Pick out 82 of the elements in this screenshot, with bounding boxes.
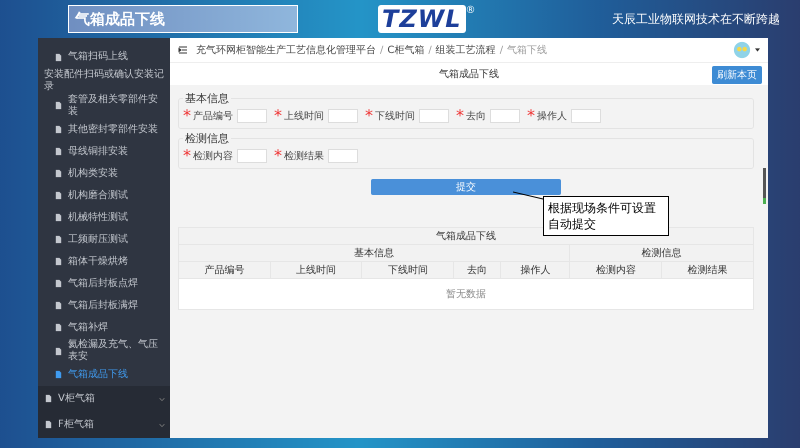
- sidebar-item[interactable]: V柜气箱: [38, 386, 170, 412]
- document-icon: [54, 101, 63, 110]
- sidebar-item[interactable]: 套管及相关零部件安装: [38, 93, 170, 119]
- sidebar-item[interactable]: 氦检漏及充气、气压表安: [38, 338, 170, 364]
- field-label: 操作人: [537, 110, 567, 122]
- breadcrumb-link[interactable]: 组装工艺流程: [436, 43, 496, 57]
- column-header: 下线时间: [362, 262, 454, 278]
- document-icon: [54, 52, 63, 62]
- document-icon: [54, 169, 63, 178]
- column-header: 产品编号: [178, 262, 270, 278]
- empty-message: 暂无数据: [178, 278, 754, 310]
- document-icon: [54, 125, 63, 134]
- required-asterisk: *: [456, 106, 464, 125]
- column-header: 操作人: [500, 262, 570, 278]
- required-asterisk: *: [274, 106, 282, 125]
- sidebar-item[interactable]: 气箱扫码上线: [38, 46, 170, 68]
- document-icon: [54, 235, 63, 244]
- document-icon: [54, 257, 63, 266]
- required-asterisk: *: [183, 146, 191, 165]
- field-label: 检测结果: [284, 150, 324, 162]
- sidebar-item[interactable]: 安装配件扫码或确认安装记录: [38, 68, 170, 94]
- sidebar-item[interactable]: 机械特性测试: [38, 206, 170, 229]
- document-icon: [54, 301, 63, 310]
- column-header: 去向: [454, 262, 501, 278]
- input-field[interactable]: [237, 108, 267, 122]
- column-header: 上线时间: [270, 262, 362, 278]
- breadcrumb-link[interactable]: C柜气箱: [387, 43, 424, 57]
- document-icon: [54, 213, 63, 222]
- sidebar-item[interactable]: 工频耐压测试: [38, 228, 170, 251]
- required-asterisk: *: [365, 106, 373, 125]
- column-group-header: 基本信息: [178, 244, 570, 262]
- breadcrumb-link[interactable]: 充气环网柜智能生产工艺信息化管理平台: [196, 43, 376, 57]
- caret-icon[interactable]: [755, 48, 760, 52]
- document-icon: [54, 279, 63, 288]
- sidebar-item[interactable]: 气箱成品下线: [38, 364, 170, 386]
- page-heading: 气箱成品下线: [75, 10, 165, 28]
- input-field[interactable]: [490, 108, 520, 122]
- sidebar-item[interactable]: 气箱补焊: [38, 316, 170, 339]
- section-legend: 检测信息: [183, 131, 231, 146]
- sidebar-item[interactable]: 其他密封零部件安装: [38, 118, 170, 141]
- scrollbar[interactable]: [763, 168, 766, 204]
- required-asterisk: *: [183, 106, 191, 125]
- column-group-header: 检测信息: [570, 244, 754, 262]
- sidebar-item[interactable]: 机构类安装: [38, 162, 170, 185]
- breadcrumb-separator: /: [428, 44, 432, 56]
- input-field[interactable]: [328, 148, 358, 162]
- field-label: 去向: [466, 110, 486, 122]
- breadcrumb-separator: /: [380, 44, 384, 56]
- refresh-button[interactable]: 刷新本页: [712, 66, 762, 84]
- field-label: 上线时间: [284, 110, 324, 122]
- input-field[interactable]: [328, 108, 358, 122]
- document-icon: [54, 346, 63, 356]
- section-legend: 基本信息: [183, 91, 231, 106]
- sidebar-item[interactable]: 机构磨合测试: [38, 184, 170, 207]
- field-label: 下线时间: [375, 110, 415, 122]
- input-field[interactable]: [571, 108, 601, 122]
- column-header: 检测结果: [662, 262, 754, 278]
- document-icon: [44, 394, 53, 404]
- sidebar-item[interactable]: 箱体干燥烘烤: [38, 250, 170, 273]
- slogan: 天辰工业物联网技术在不断跨越: [612, 10, 780, 28]
- column-header: 检测内容: [570, 262, 662, 278]
- sidebar-item[interactable]: 气箱后封板满焊: [38, 294, 170, 317]
- field-label: 检测内容: [193, 150, 233, 162]
- sidebar-item[interactable]: 气箱后封板点焊: [38, 272, 170, 295]
- field-label: 产品编号: [193, 110, 233, 122]
- menu-toggle-icon[interactable]: [178, 45, 188, 55]
- logo-text: TZWL: [378, 5, 466, 33]
- breadcrumb-separator: /: [500, 44, 504, 56]
- input-field[interactable]: [237, 148, 267, 162]
- document-icon: [54, 323, 63, 332]
- form-title: 气箱成品下线: [439, 68, 499, 81]
- sidebar-item[interactable]: 母线铜排安装: [38, 140, 170, 163]
- sidebar-item[interactable]: F柜气箱: [38, 412, 170, 438]
- document-icon: [54, 370, 63, 380]
- required-asterisk: *: [527, 106, 535, 125]
- required-asterisk: *: [274, 146, 282, 165]
- document-icon: [44, 420, 53, 430]
- registered-mark: ®: [466, 5, 476, 16]
- document-icon: [54, 191, 63, 200]
- callout-note: 根据现场条件可设置自动提交: [543, 196, 669, 236]
- document-icon: [54, 147, 63, 156]
- input-field[interactable]: [419, 108, 449, 122]
